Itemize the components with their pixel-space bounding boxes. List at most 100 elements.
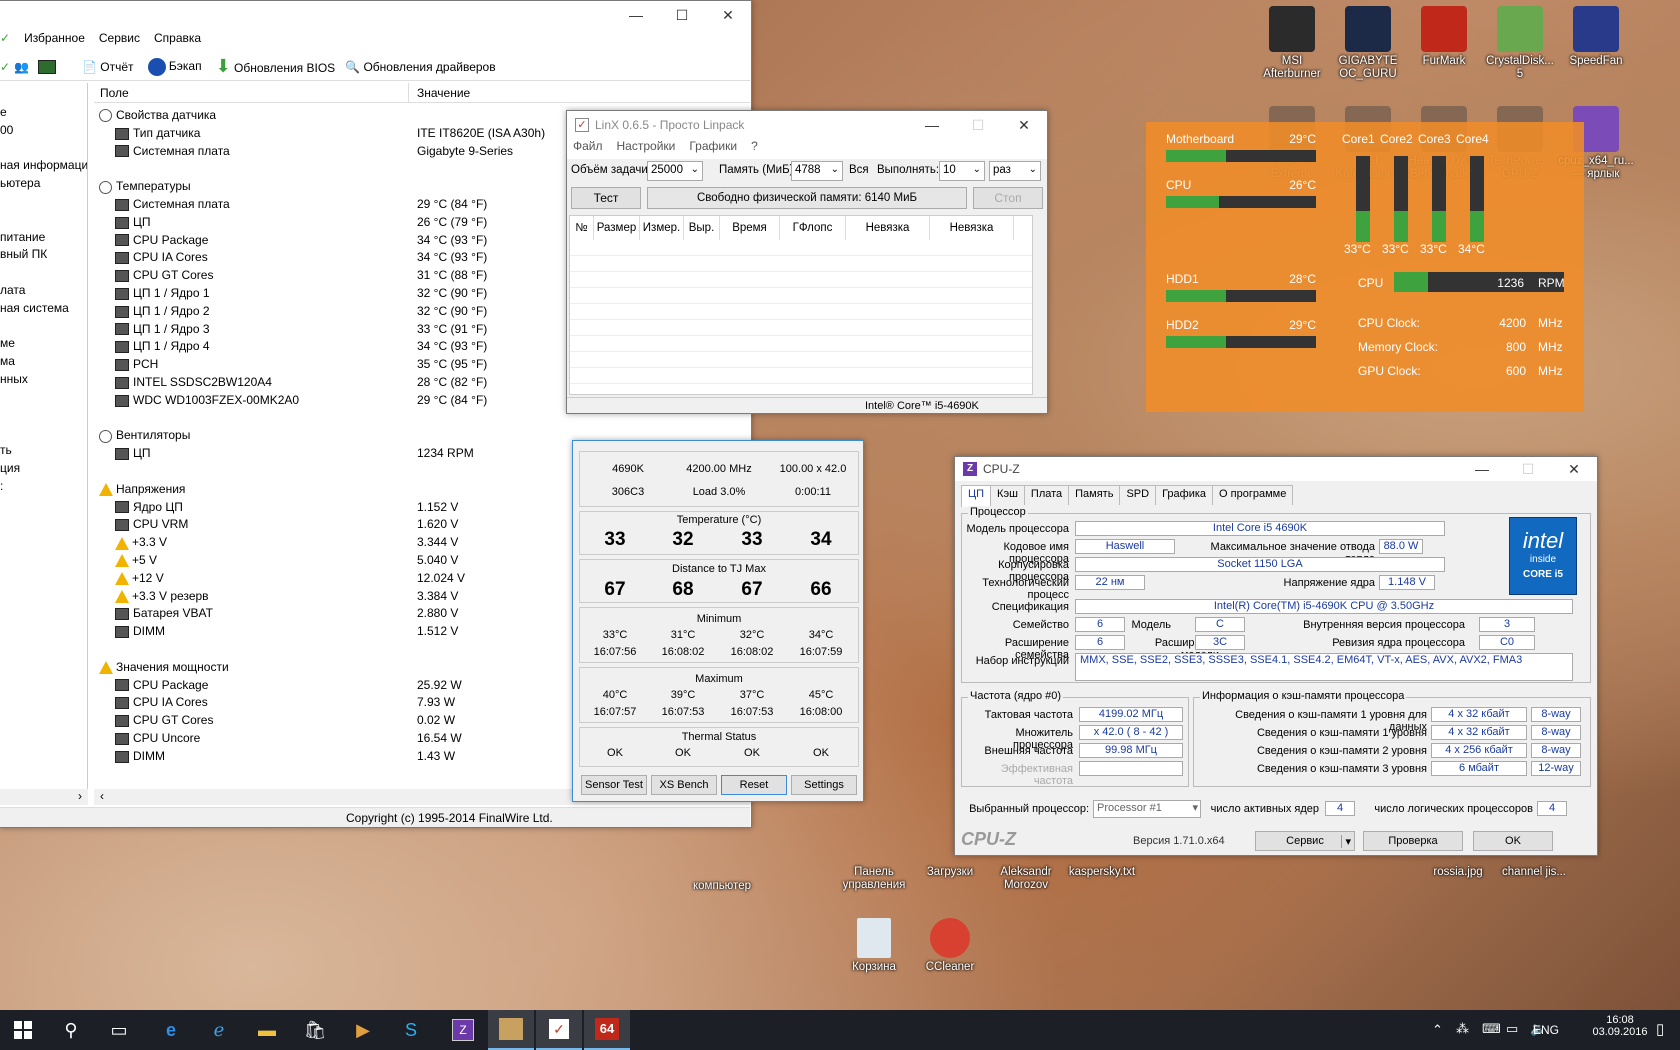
settings-button[interactable]: Settings xyxy=(791,775,857,795)
network-icon[interactable]: ▭ xyxy=(1506,1021,1518,1037)
menu-service[interactable]: Сервис xyxy=(99,31,140,51)
tree-hscroll[interactable]: › xyxy=(0,789,88,805)
tree-item[interactable]: ме xyxy=(0,336,15,353)
validate-button[interactable]: Проверка xyxy=(1363,831,1463,851)
clock[interactable]: 16:08 03.09.2016 xyxy=(1590,1014,1650,1038)
ok-button[interactable]: OK xyxy=(1473,831,1553,851)
tree-item[interactable]: ция xyxy=(0,461,20,478)
tray-network-share-icon[interactable]: ⁂ xyxy=(1456,1021,1469,1037)
ccleaner-icon[interactable]: CCleaner xyxy=(912,918,988,974)
xs-bench-button[interactable]: XS Bench xyxy=(651,775,717,795)
processor-select[interactable]: Processor #1 ▾ xyxy=(1093,800,1201,818)
column-header[interactable]: № xyxy=(570,216,594,240)
taskbar-cpuz[interactable]: Z xyxy=(440,1010,486,1050)
desktop-icon[interactable]: Панель управления xyxy=(836,866,912,892)
taskbar-media[interactable]: ▶ xyxy=(340,1010,386,1050)
column-header[interactable]: Невязка (норм.) xyxy=(930,216,1014,258)
close-button[interactable]: ✕ xyxy=(1551,461,1597,478)
column-header[interactable]: Размер xyxy=(594,216,640,240)
taskbar-skype[interactable]: S xyxy=(388,1010,434,1050)
col-value-header[interactable]: Значение xyxy=(417,86,470,100)
menu-help[interactable]: Справка xyxy=(154,31,201,51)
report-button[interactable]: 📄 Отчёт xyxy=(82,60,134,74)
tree-item[interactable]: 00 xyxy=(0,123,13,140)
column-header[interactable]: Измер. xyxy=(640,216,684,240)
maximize-button[interactable]: ☐ xyxy=(1505,461,1551,478)
tab-4[interactable]: SPD xyxy=(1119,485,1157,505)
minimize-button[interactable]: — xyxy=(613,7,659,24)
bios-update-button[interactable]: ⬇ Обновления BIOS xyxy=(216,56,336,77)
desktop-icon[interactable]: GIGABYTE OC_GURU xyxy=(1330,6,1406,81)
menu-help[interactable]: ? xyxy=(751,139,758,159)
tree-item[interactable]: вный ПК xyxy=(0,247,47,264)
tree-item[interactable]: ьютера xyxy=(0,176,40,193)
tree-item[interactable]: : xyxy=(0,479,3,496)
tab-6[interactable]: О программе xyxy=(1212,485,1294,505)
desktop-icon[interactable]: компьютер xyxy=(684,880,760,893)
close-button[interactable]: ✕ xyxy=(1001,117,1047,134)
tree-item[interactable]: нных xyxy=(0,372,28,389)
tree-item[interactable]: ть xyxy=(0,443,12,460)
column-header[interactable]: Время xyxy=(720,216,780,240)
maximize-button[interactable]: ☐ xyxy=(955,117,1001,134)
menu-favorites[interactable]: Избранное xyxy=(24,31,85,51)
column-header[interactable]: Выр. xyxy=(684,216,720,240)
desktop-icon[interactable]: MSI Afterburner xyxy=(1254,6,1330,81)
menu-graphs[interactable]: Графики xyxy=(689,139,737,159)
tab-3[interactable]: Память xyxy=(1068,485,1121,505)
tools-button[interactable]: Сервис ▾ xyxy=(1255,831,1355,851)
tab-1[interactable]: Кэш xyxy=(990,485,1025,505)
test-button[interactable]: Тест xyxy=(571,187,641,209)
sensor-test-button[interactable]: Sensor Test xyxy=(581,775,647,795)
run-count-combo[interactable]: 10 ⌄ xyxy=(939,161,985,181)
taskbar-aida64[interactable]: 64 xyxy=(584,1010,630,1050)
tree-item[interactable]: е xyxy=(0,105,7,122)
run-unit-combo[interactable]: раз ⌄ xyxy=(989,161,1041,181)
tree-item[interactable]: лата xyxy=(0,283,25,300)
backup-button[interactable]: Бэкап xyxy=(147,57,202,76)
maximize-button[interactable]: ☐ xyxy=(659,7,705,24)
column-header[interactable]: ГФлопс xyxy=(780,216,846,240)
tree-item[interactable]: ная информация xyxy=(0,158,87,175)
search-button[interactable]: ⚲ xyxy=(48,1010,94,1050)
desktop-icon[interactable]: kaspersky.txt xyxy=(1064,866,1140,879)
tab-5[interactable]: Графика xyxy=(1155,485,1214,505)
minimize-button[interactable]: — xyxy=(909,117,955,134)
tab-2[interactable]: Плата xyxy=(1023,485,1070,505)
driver-update-button[interactable]: 🔍 Обновления драйверов xyxy=(345,60,495,74)
taskbar-edge[interactable]: e xyxy=(148,1010,194,1050)
taskbar-linx[interactable]: ✓ xyxy=(536,1010,582,1050)
notification-icon[interactable]: ▯ xyxy=(1656,1020,1664,1038)
close-button[interactable]: ✕ xyxy=(705,7,751,24)
desktop-icon[interactable]: SpeedFan xyxy=(1558,6,1634,68)
column-header[interactable]: Невязка xyxy=(846,216,930,240)
menu-settings[interactable]: Настройки xyxy=(617,139,676,159)
recycle-bin-icon[interactable]: Корзина xyxy=(836,918,912,974)
tray-chevron-icon[interactable]: ⌃ xyxy=(1432,1022,1443,1038)
tree-item[interactable]: ная система xyxy=(0,301,69,318)
desktop-icon[interactable]: Aleksandr Morozov xyxy=(988,866,1064,892)
reset-button[interactable]: Reset xyxy=(721,775,787,795)
desktop-icon[interactable]: Загрузки xyxy=(912,866,988,879)
task-view-button[interactable]: ▭ xyxy=(96,1010,142,1050)
language-indicator[interactable]: ENG xyxy=(1533,1023,1559,1037)
tab-0[interactable]: ЦП xyxy=(961,485,992,507)
stop-button[interactable]: Стоп xyxy=(973,187,1043,209)
start-button[interactable] xyxy=(0,1010,46,1050)
taskbar-explorer[interactable]: ▬ xyxy=(244,1010,290,1050)
tray-device-icon[interactable]: ⌨ xyxy=(1482,1021,1501,1037)
monitor-icon[interactable] xyxy=(38,59,68,74)
minimize-button[interactable]: — xyxy=(1459,461,1505,478)
desktop-icon[interactable]: rossia.jpg xyxy=(1420,866,1496,879)
task-size-combo[interactable]: 25000 ⌄ xyxy=(647,161,703,181)
tree-item[interactable]: ма xyxy=(0,354,15,371)
taskbar-realtemp[interactable] xyxy=(488,1010,534,1050)
users-icon[interactable]: 👥 xyxy=(14,60,38,74)
desktop-icon[interactable]: CrystalDisk... 5 xyxy=(1482,6,1558,81)
taskbar-ie[interactable]: ℯ xyxy=(196,1010,242,1050)
taskbar-store[interactable]: 🛍 xyxy=(292,1010,338,1050)
menu-file[interactable]: Файл xyxy=(573,139,603,159)
desktop-icon[interactable]: channel jis... xyxy=(1496,866,1572,879)
back-icon[interactable]: ✓ xyxy=(0,60,14,74)
desktop-icon[interactable]: FurMark xyxy=(1406,6,1482,68)
